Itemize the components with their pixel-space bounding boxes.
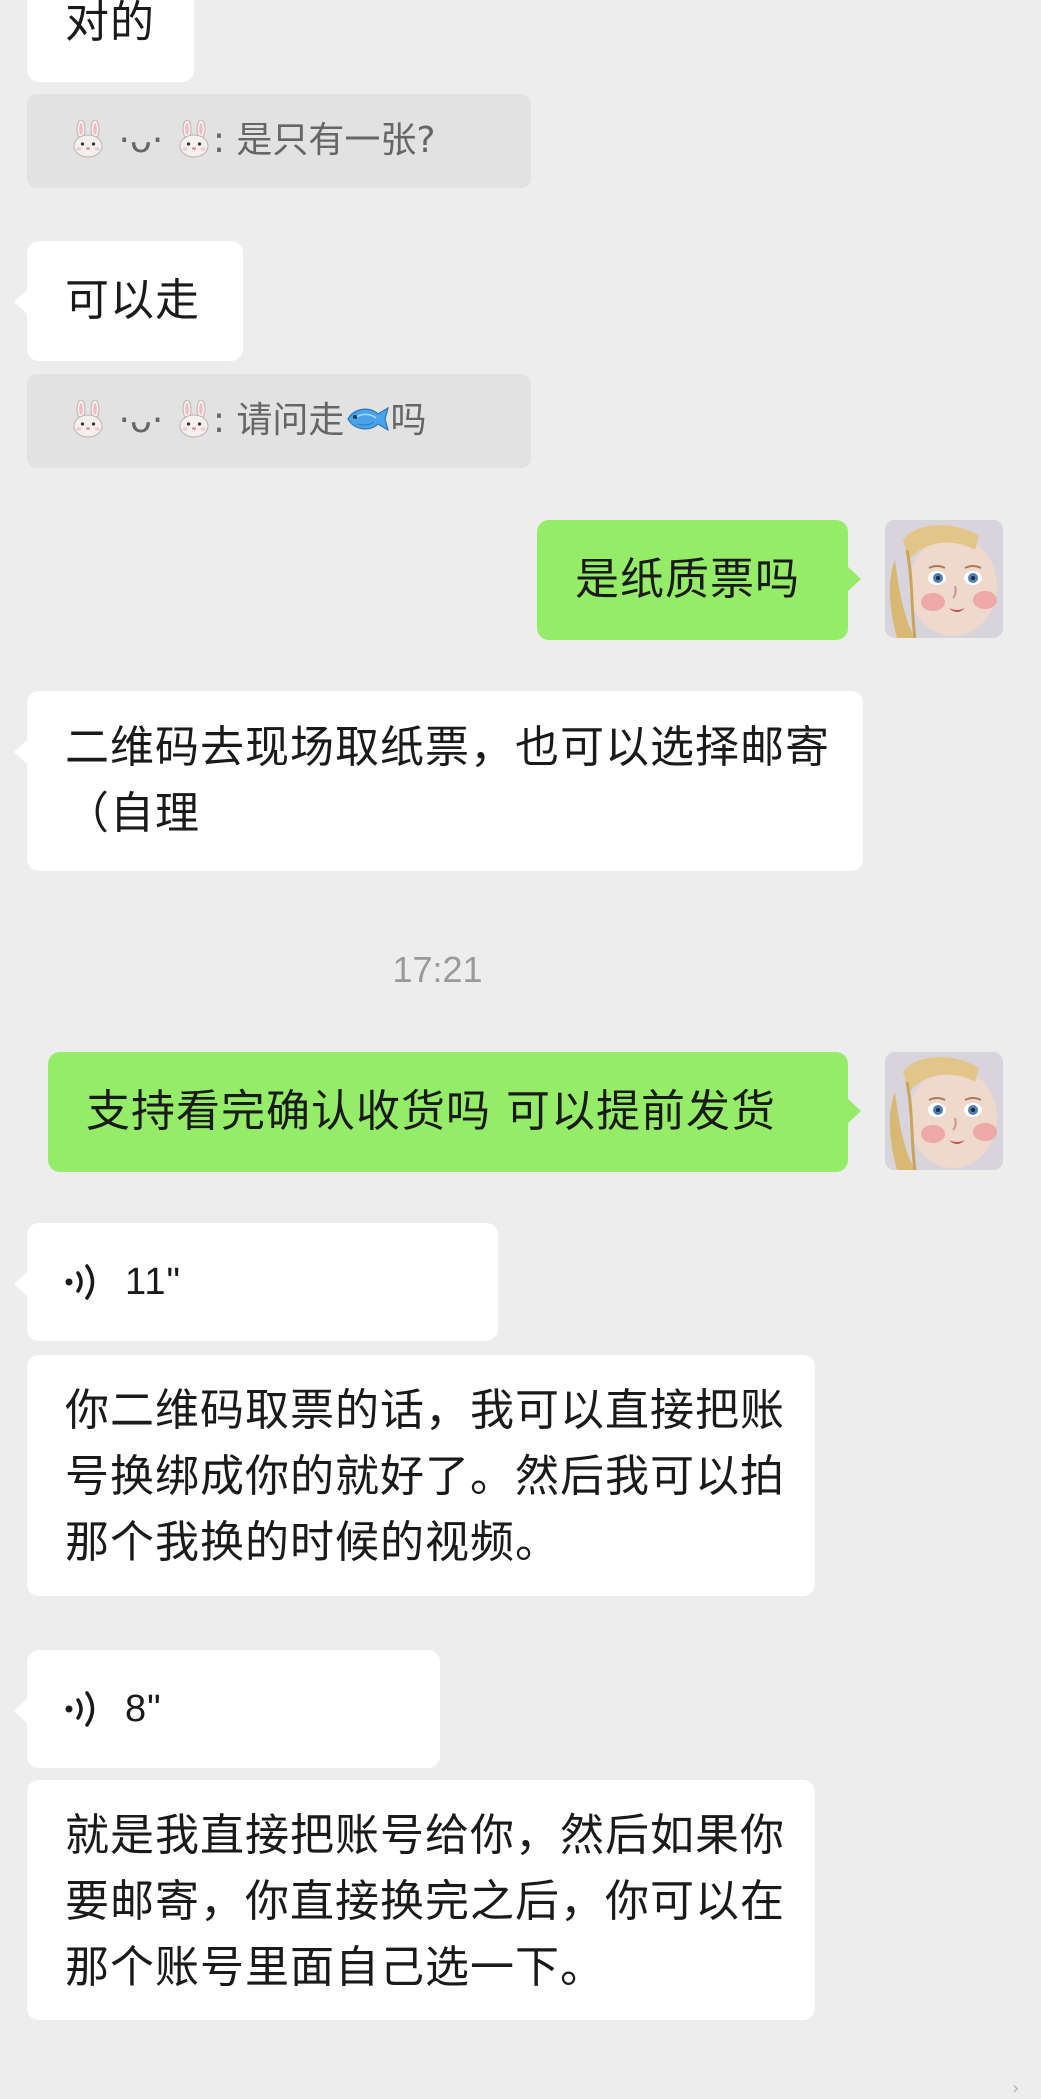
voice-message-bubble[interactable]: 8" [14,1650,440,1768]
rabbit-icon [179,120,209,158]
voice-message-bubble[interactable]: 11" [14,1223,498,1341]
scroll-down-icon[interactable]: › [1012,2080,1019,2098]
quote-separator: : [212,120,225,161]
message-text: 就是我直接把账号给你，然后如果你要邮寄，你直接换完之后，你可以在那个账号里面自己… [65,1810,785,1993]
quote-sender-mid: ·ᴗ· [118,120,164,161]
avatar[interactable] [885,1052,1003,1170]
doll-avatar-image [885,1052,1003,1170]
quote-text: 是只有一张? [236,120,436,161]
message-bubble-outgoing[interactable]: 支持看完确认收货吗 可以提前发货 [48,1052,861,1172]
rabbit-icon [73,400,103,438]
quote-sender-mid: ·ᴗ· [118,400,164,441]
message-text: 你二维码取票的话，我可以直接把账号换绑成你的就好了。然后我可以拍那个我换的时候的… [65,1385,785,1568]
message-text: 是纸质票吗 [575,554,800,605]
message-text: 支持看完确认收货吗 可以提前发货 [86,1086,776,1137]
voice-wave-icon [65,1691,95,1727]
doll-avatar-image [885,520,1003,638]
rabbit-icon [179,400,209,438]
message-text: 可以走 [65,275,200,326]
message-text: 对的 [65,0,155,48]
quote-text-after: 吗 [390,400,427,441]
quoted-message[interactable]: ·ᴗ· : 是只有一张? [27,94,531,188]
message-bubble-incoming[interactable]: 可以走 [14,241,243,361]
voice-duration: 11" [125,1261,181,1303]
message-bubble-incoming[interactable]: 就是我直接把账号给你，然后如果你要邮寄，你直接换完之后，你可以在那个账号里面自己… [27,1780,815,2020]
rabbit-icon [73,120,103,158]
message-bubble-incoming[interactable]: 二维码去现场取纸票，也可以选择邮寄（自理 [14,691,863,871]
quote-separator: : [212,400,225,441]
message-bubble-outgoing[interactable]: 是纸质票吗 [537,520,861,640]
message-bubble-incoming[interactable]: 你二维码取票的话，我可以直接把账号换绑成你的就好了。然后我可以拍那个我换的时候的… [27,1355,815,1596]
message-bubble-incoming[interactable]: 对的 [27,0,194,82]
chat-timestamp: 17:21 [392,949,483,990]
quote-text-before: 请问走 [236,400,345,441]
quoted-message[interactable]: ·ᴗ· : 请问走 吗 [27,374,531,468]
fish-icon [347,406,390,432]
voice-duration: 8" [125,1688,162,1730]
message-text: 二维码去现场取纸票，也可以选择邮寄（自理 [65,722,830,839]
voice-wave-icon [65,1264,95,1300]
avatar[interactable] [885,520,1003,638]
